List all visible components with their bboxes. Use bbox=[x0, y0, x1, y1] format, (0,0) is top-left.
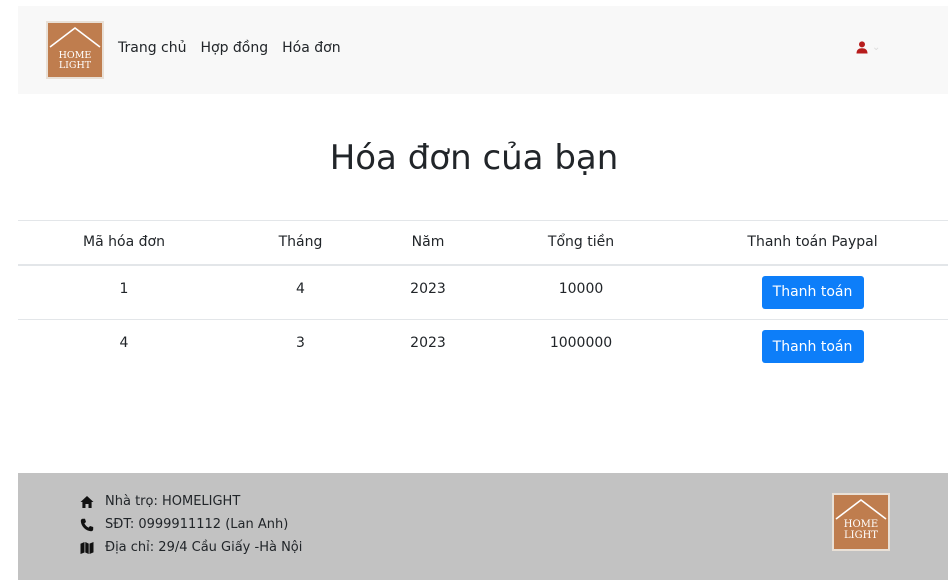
pay-button[interactable]: Thanh toán bbox=[761, 330, 864, 363]
table-row: 4 3 2023 1000000 Thanh toán bbox=[18, 319, 948, 375]
cell-invoice-id: 4 bbox=[18, 319, 230, 375]
cell-total: 10000 bbox=[558, 280, 604, 297]
user-menu[interactable]: ⌄ bbox=[856, 41, 880, 54]
logo-text-line2: LIGHT bbox=[844, 529, 878, 541]
footer: Nhà trọ: HOMELIGHT SĐT: 0999911112 (Lan … bbox=[18, 473, 948, 580]
cell-year: 2023 bbox=[410, 280, 446, 297]
table-header-row: Mã hóa đơn Tháng Năm Tổng tiền Thanh toá… bbox=[18, 220, 948, 266]
col-header-month: Tháng bbox=[230, 220, 371, 266]
footer-phone-line: SĐT: 0999911112 (Lan Anh) bbox=[80, 517, 288, 532]
nav-item-invoices[interactable]: Hóa đơn bbox=[282, 40, 340, 56]
nav-item-contracts[interactable]: Hợp đồng bbox=[200, 40, 268, 56]
cell-month: 4 bbox=[296, 280, 305, 297]
footer-address-line: Địa chỉ: 29/4 Cầu Giấy -Hà Nội bbox=[80, 540, 302, 555]
cell-year: 2023 bbox=[371, 319, 485, 375]
nav-links: Trang chủ Hợp đồng Hóa đơn bbox=[118, 40, 341, 56]
col-header-invoice-id: Mã hóa đơn bbox=[18, 220, 230, 266]
brand-logo[interactable]: HOME LIGHT bbox=[46, 21, 104, 79]
col-header-paypal: Thanh toán Paypal bbox=[677, 220, 948, 266]
invoice-table: Mã hóa đơn Tháng Năm Tổng tiền Thanh toá… bbox=[18, 220, 948, 375]
pay-button[interactable]: Thanh toán bbox=[761, 275, 864, 309]
logo-text-line2: LIGHT bbox=[58, 60, 92, 72]
top-navbar: HOME LIGHT Trang chủ Hợp đồng Hóa đơn ⌄ bbox=[18, 6, 948, 94]
phone-icon bbox=[80, 518, 94, 532]
home-icon bbox=[80, 495, 94, 509]
map-icon bbox=[80, 541, 94, 555]
footer-phone: SĐT: 0999911112 (Lan Anh) bbox=[105, 517, 289, 532]
cell-month: 3 bbox=[230, 319, 371, 375]
cell-paypal: Thanh toán bbox=[677, 265, 948, 320]
cell-total: 1000000 bbox=[485, 319, 677, 375]
cell-invoice-id: 1 bbox=[119, 280, 129, 297]
cell-paypal: Thanh toán bbox=[677, 319, 948, 375]
page-title: Hóa đơn của bạn bbox=[329, 138, 619, 178]
logo-text-line1: HOME bbox=[843, 519, 879, 530]
footer-name: Nhà trọ: HOMELIGHT bbox=[105, 494, 241, 509]
footer-name-line: Nhà trọ: HOMELIGHT bbox=[80, 494, 240, 509]
footer-logo: HOME LIGHT bbox=[832, 493, 890, 551]
table-row: 1 4 2023 10000 Thanh toán bbox=[18, 265, 948, 320]
footer-address: Địa chỉ: 29/4 Cầu Giấy -Hà Nội bbox=[105, 540, 303, 555]
col-header-year: Năm bbox=[371, 220, 485, 266]
user-icon bbox=[856, 41, 868, 54]
chevron-down-icon: ⌄ bbox=[872, 42, 881, 53]
col-header-total: Tổng tiền bbox=[485, 220, 677, 266]
nav-item-home[interactable]: Trang chủ bbox=[118, 40, 186, 56]
